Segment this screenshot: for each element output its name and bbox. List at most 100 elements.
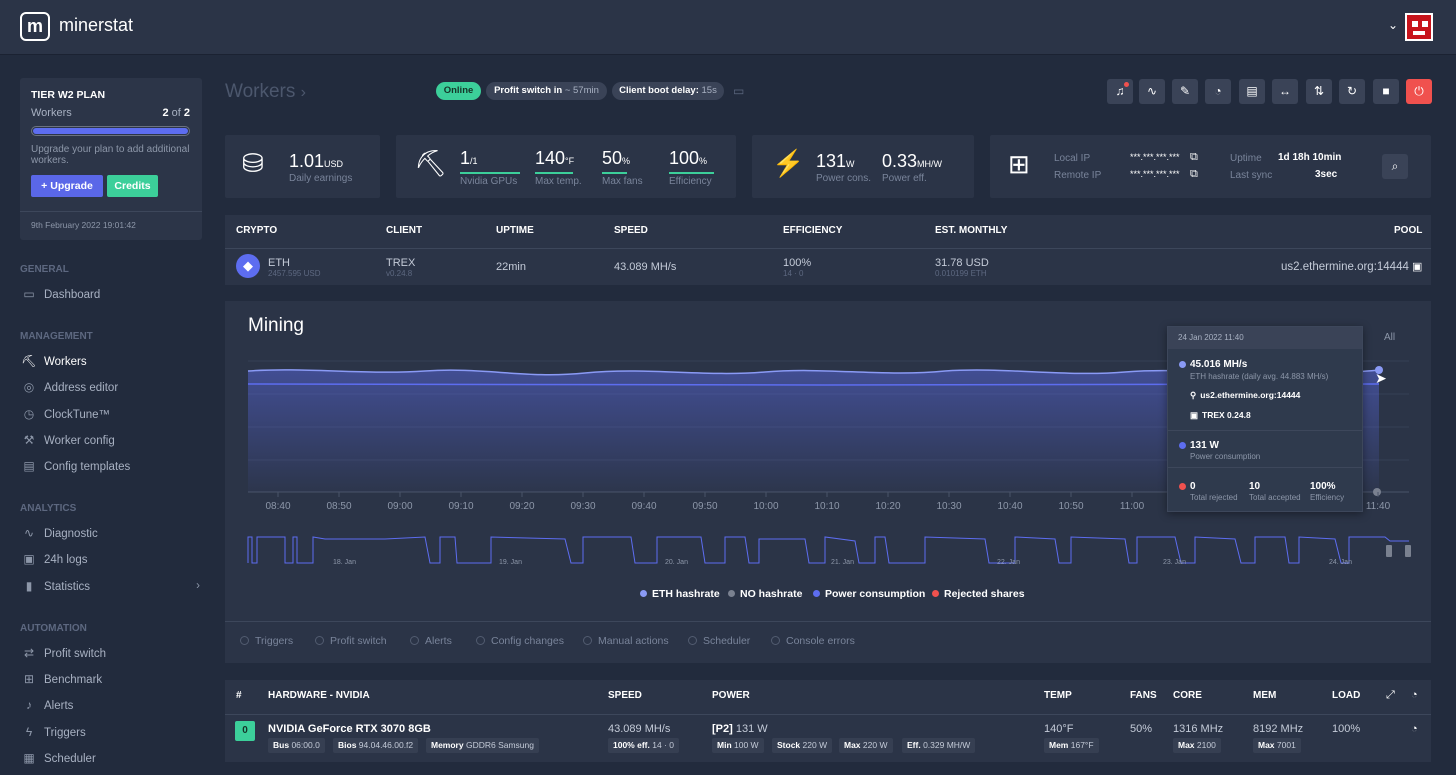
plug-icon: ⚡: [772, 148, 805, 178]
sidebar-item-benchmark[interactable]: ⊞ Benchmark: [20, 670, 200, 688]
restart-button[interactable]: ↻: [1339, 79, 1365, 104]
navigator-handle-left[interactable]: [1386, 545, 1392, 557]
sidebar-item-scheduler[interactable]: ▦ Scheduler: [20, 749, 200, 767]
clipboard-button[interactable]: ▤: [1239, 79, 1265, 104]
tooltip-date: 24 Jan 2022 11:40: [1168, 327, 1362, 349]
sidebar-item-dashboard[interactable]: ▭ Dashboard: [20, 285, 200, 303]
gpu-speed: 43.089 MH/s: [608, 723, 671, 735]
boot-delay-badge[interactable]: Client boot delay: 15s: [612, 82, 724, 100]
tooltip-rejected: 0: [1190, 481, 1196, 492]
sync-value: 3sec: [1315, 169, 1338, 180]
gauge-icon[interactable]: ◔: [1411, 689, 1418, 701]
power-icon: ⏻: [1414, 84, 1424, 98]
sidebar-item-profit-switch[interactable]: ⇄ Profit switch: [20, 644, 200, 662]
event-profit-switch-toggle[interactable]: Profit switch: [315, 635, 387, 647]
pool-cell[interactable]: us2.ethermine.org:14444: [1281, 261, 1409, 273]
diagnostic-button[interactable]: ∿: [1139, 79, 1165, 104]
gpu-temp: 140°F: [1044, 723, 1074, 735]
legend-power-consumption[interactable]: Power consumption: [813, 588, 925, 600]
power-max-chip: Max 220 W: [839, 738, 893, 753]
clocktune-button[interactable]: ◔: [1205, 79, 1231, 104]
tooltip-rejected-label: Total rejected: [1190, 493, 1238, 502]
gauge-icon[interactable]: ◔: [1411, 723, 1418, 735]
sidebar-item-statistics[interactable]: ▮ Statistics ›: [20, 577, 200, 595]
upgrade-button[interactable]: + Upgrade: [31, 175, 103, 197]
plan-note: Upgrade your plan to add additional work…: [31, 144, 190, 166]
tooltip-hashrate-sub: ETH hashrate (daily avg. 44.883 MH/s): [1190, 372, 1329, 381]
wrench-icon: ⚒: [23, 433, 35, 447]
uptime-cell: 22min: [496, 261, 526, 273]
pool-icon[interactable]: ▣: [1412, 260, 1422, 273]
x-tick-label: 09:40: [631, 501, 656, 512]
status-badge: Online: [436, 82, 481, 100]
fans-label: Max fans: [602, 176, 643, 187]
power-button[interactable]: ⏻: [1406, 79, 1432, 104]
brand-name[interactable]: minerstat: [59, 15, 133, 36]
inspect-button[interactable]: ⌕: [1382, 154, 1408, 179]
calendar-icon: ▦: [23, 751, 35, 765]
navigator-handle-right[interactable]: [1405, 545, 1411, 557]
mem-temp-chip: Mem 167°F: [1044, 738, 1099, 753]
client-version: v0.24.8: [386, 269, 413, 278]
mem-max-chip: Max 7001: [1253, 738, 1301, 753]
ethereum-icon: ◆: [236, 254, 260, 278]
col-speed: SPEED: [614, 225, 648, 236]
sidebar-item-workers[interactable]: ⛏ Workers: [20, 352, 200, 370]
credits-button[interactable]: Credits: [107, 175, 158, 197]
monthly-cell: 31.78 USD: [935, 257, 989, 269]
expand-icon[interactable]: ⤢: [1386, 689, 1395, 702]
sidebar-item-triggers[interactable]: ϟ Triggers: [20, 723, 200, 741]
sidebar-item-diagnostic[interactable]: ∿ Diagnostic: [20, 524, 200, 542]
x-tick-label: 11:00: [1120, 501, 1145, 512]
config-button[interactable]: ✎: [1172, 79, 1198, 104]
event-scheduler-toggle[interactable]: Scheduler: [688, 635, 750, 647]
copy-icon[interactable]: ⧉: [1190, 151, 1198, 164]
stop-button[interactable]: ■: [1373, 79, 1399, 104]
sidebar-item-address-editor[interactable]: ◎ Address editor: [20, 378, 200, 396]
sidebar-item-worker-config[interactable]: ⚒ Worker config: [20, 431, 200, 449]
memory-chip: Memory GDDR6 Samsung: [426, 738, 539, 753]
pickaxe-icon: ⛏: [21, 354, 37, 368]
edit-icon[interactable]: ▭: [733, 84, 744, 98]
sidebar-item-clocktune[interactable]: ◷ ClockTune™: [20, 405, 200, 423]
event-config-changes-toggle[interactable]: Config changes: [476, 635, 564, 647]
event-manual-actions-toggle[interactable]: Manual actions: [583, 635, 669, 647]
event-alerts-toggle[interactable]: Alerts: [410, 635, 452, 647]
earnings-card: ⛁ 1.01USD Daily earnings: [225, 135, 380, 198]
event-console-errors-toggle[interactable]: Console errors: [771, 635, 855, 647]
tooltip-dot: [1179, 483, 1186, 490]
x-tick-label: 09:50: [692, 501, 717, 512]
hardware-table: # HARDWARE - NVIDIA SPEED POWER TEMP FAN…: [225, 680, 1431, 762]
switch-button[interactable]: ⇅: [1306, 79, 1332, 104]
fans-bar: [602, 172, 627, 174]
sidebar-item-24h-logs[interactable]: ▣ 24h logs: [20, 550, 200, 568]
efficiency-label: Efficiency: [669, 176, 712, 187]
legend-no-hashrate[interactable]: NO hashrate: [728, 588, 802, 600]
overview-date-label: 24. Jan: [1329, 559, 1352, 566]
move-button[interactable]: ↔: [1272, 79, 1298, 104]
plan-card: TIER W2 PLAN Workers 2 of 2 Upgrade your…: [20, 78, 202, 240]
coin-name: ETH: [268, 257, 290, 269]
pulse-icon: ∿: [23, 526, 35, 540]
tooltip-client: ▣ TREX 0.24.8: [1190, 410, 1251, 420]
x-tick-label: 10:40: [997, 501, 1022, 512]
event-triggers-toggle[interactable]: Triggers: [240, 635, 293, 647]
page-title: Workers ›: [225, 81, 306, 102]
copy-icon[interactable]: ⧉: [1190, 168, 1198, 181]
pulse-icon: ∿: [1146, 84, 1158, 98]
logo-icon[interactable]: m: [20, 12, 50, 41]
notifications-button[interactable]: ♫: [1107, 79, 1133, 104]
x-tick-label: 10:20: [875, 501, 900, 512]
avatar[interactable]: [1405, 13, 1433, 41]
profit-switch-badge[interactable]: Profit switch in ~ 57min: [486, 82, 607, 100]
remote-ip-label: Remote IP: [1054, 170, 1102, 181]
legend-eth-hashrate[interactable]: ETH hashrate: [640, 588, 720, 600]
divider: [225, 248, 1431, 249]
sidebar-item-config-templates[interactable]: ▤ Config templates: [20, 457, 200, 475]
divider: [1168, 430, 1362, 431]
legend-rejected-shares[interactable]: Rejected shares: [932, 588, 1025, 600]
chevron-down-icon[interactable]: ⌄: [1388, 18, 1398, 32]
sidebar-item-alerts[interactable]: ♪ Alerts: [20, 696, 200, 714]
x-tick-label: 09:00: [387, 501, 412, 512]
col-pool: POOL: [1394, 225, 1423, 236]
